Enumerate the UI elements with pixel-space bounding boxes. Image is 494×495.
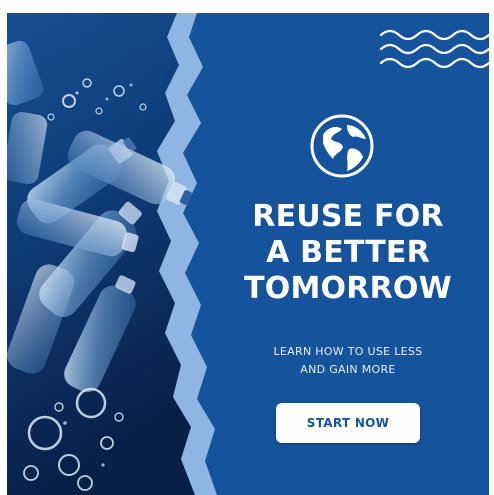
globe-icon [310,114,374,178]
wave-lines-icon [379,29,489,69]
headline-line-1: REUSE FOR [252,199,444,234]
headline-line-3: TOMORROW [244,271,452,306]
subheading-line-2: AND GAIN MORE [300,363,396,376]
poster: REUSE FOR A BETTER TOMORROW LEARN HOW TO… [7,13,489,495]
start-now-button[interactable]: START NOW [276,403,420,443]
headline-line-2: A BETTER [266,235,430,270]
headline: REUSE FOR A BETTER TOMORROW [219,199,477,307]
subheading: LEARN HOW TO USE LESS AND GAIN MORE [219,343,477,379]
subheading-line-1: LEARN HOW TO USE LESS [273,345,423,358]
